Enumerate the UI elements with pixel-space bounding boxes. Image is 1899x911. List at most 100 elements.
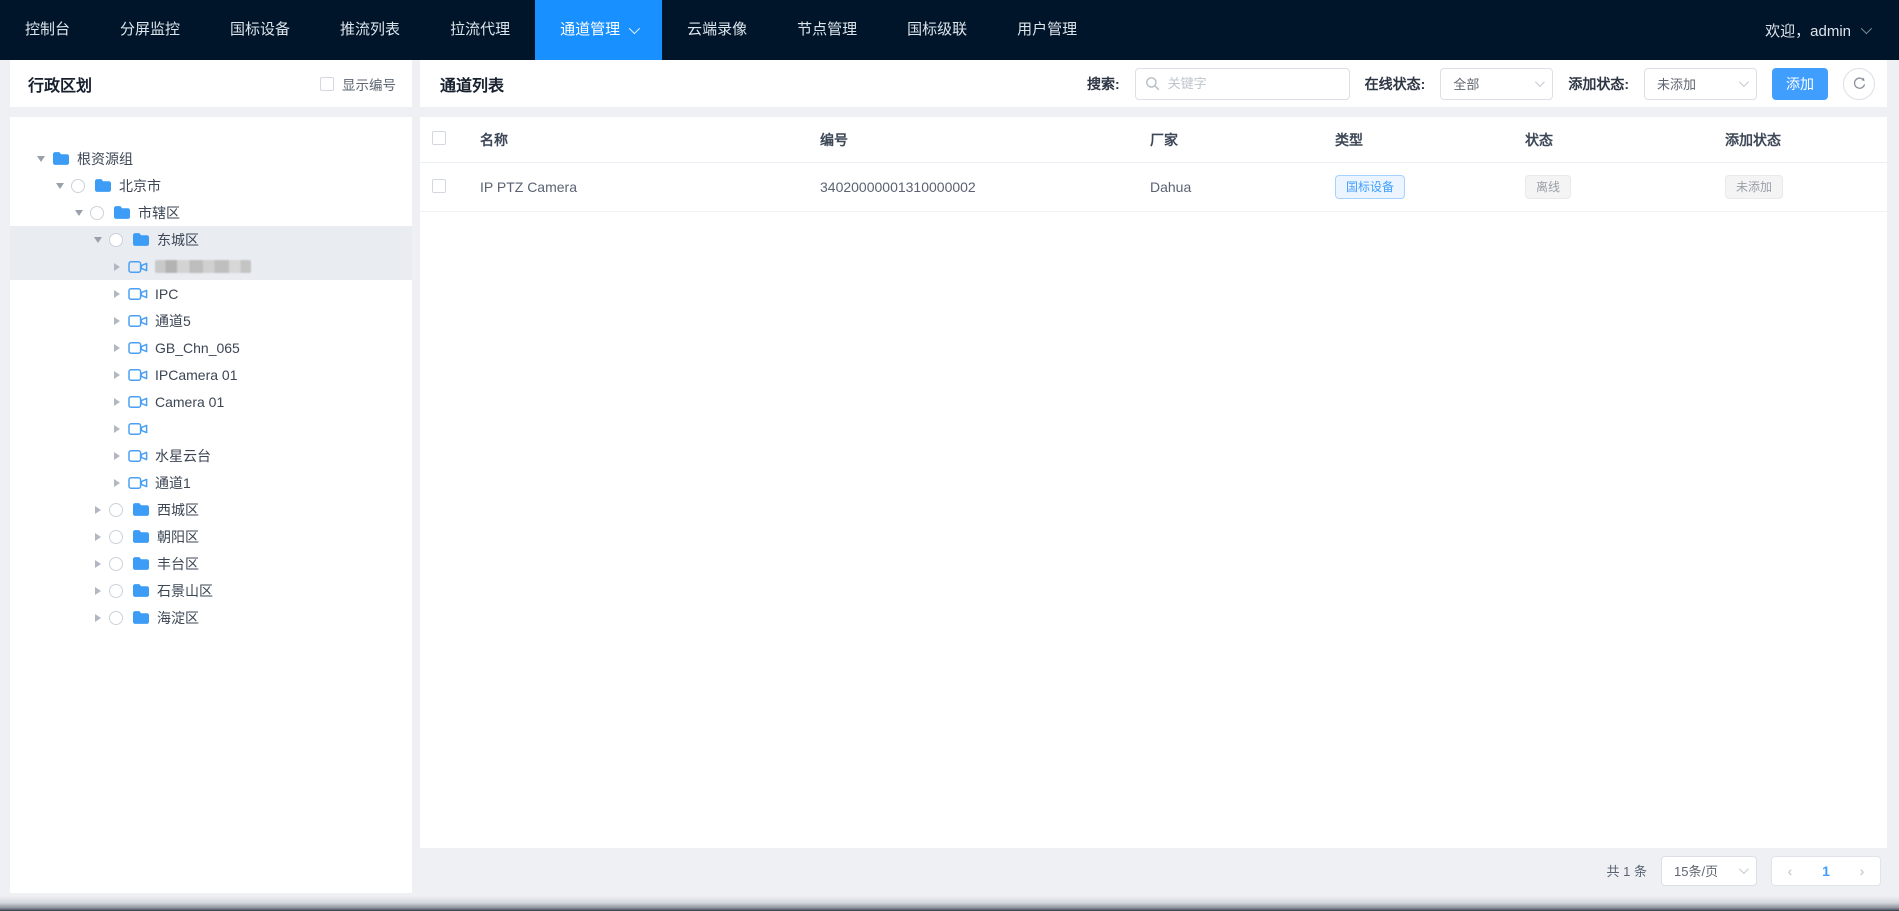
- tree-node[interactable]: IPC: [10, 280, 412, 307]
- nav-item-7[interactable]: 云端录像: [662, 0, 772, 60]
- folder-icon: [132, 502, 150, 517]
- nav-item-10[interactable]: 用户管理: [992, 0, 1102, 60]
- nav-item-2[interactable]: 分屏监控: [95, 0, 205, 60]
- show-number-toggle[interactable]: 显示编号: [320, 74, 396, 94]
- tree-node[interactable]: 水星云台: [10, 442, 412, 469]
- tree-node[interactable]: 东城区: [10, 226, 412, 253]
- nav-item-6[interactable]: 通道管理: [535, 0, 663, 60]
- nav-item-5[interactable]: 拉流代理: [425, 0, 535, 60]
- expand-caret-icon[interactable]: [114, 424, 120, 433]
- tree-node[interactable]: 根资源组: [10, 145, 412, 172]
- expand-caret-icon[interactable]: [114, 316, 120, 325]
- top-nav: 控制台 分屏监控 国标设备 推流列表 拉流代理 通道管理 云端录像 节点管理 国标级联 用户管理 …: [0, 0, 1899, 60]
- add-button[interactable]: 添加: [1772, 67, 1828, 100]
- channel-panel-title: 通道列表: [440, 77, 505, 95]
- search-input[interactable]: [1134, 67, 1350, 100]
- nav-item-9[interactable]: 国标级联: [882, 0, 992, 60]
- tree-node-label: 北京市: [119, 177, 161, 194]
- camera-icon: [128, 287, 148, 301]
- node-radio[interactable]: [109, 610, 123, 625]
- tree-node[interactable]: 北京市: [10, 172, 412, 199]
- expand-caret-icon[interactable]: [114, 262, 120, 271]
- refresh-button[interactable]: [1843, 67, 1875, 100]
- page-size-select[interactable]: 15条/页: [1661, 855, 1757, 886]
- expand-caret-icon[interactable]: [114, 397, 120, 406]
- nav-item-8[interactable]: 节点管理: [772, 0, 882, 60]
- tree-node-label: GB_Chn_065: [155, 339, 240, 356]
- tree-node[interactable]: GB_Chn_065: [10, 334, 412, 361]
- node-radio[interactable]: [90, 205, 104, 220]
- tree-node[interactable]: 丰台区: [10, 550, 412, 577]
- refresh-icon: [1853, 77, 1865, 89]
- select-all-checkbox[interactable]: [432, 131, 446, 145]
- folder-icon: [94, 178, 112, 193]
- prev-page-button[interactable]: ‹: [1772, 864, 1808, 878]
- folder-icon: [132, 232, 150, 247]
- add-status-select[interactable]: 未添加: [1644, 67, 1757, 100]
- chevron-down-icon: [1535, 77, 1546, 88]
- node-radio[interactable]: [109, 529, 123, 544]
- folder-icon: [132, 610, 150, 625]
- expand-caret-icon[interactable]: [95, 532, 101, 541]
- tree-node[interactable]: IPCamera 01: [10, 361, 412, 388]
- tree-node[interactable]: 石景山区: [10, 577, 412, 604]
- add-status-label: 添加状态:: [1568, 75, 1629, 92]
- tree-node[interactable]: [10, 415, 412, 442]
- tree-node[interactable]: 通道1: [10, 469, 412, 496]
- nav-item-label: 控制台: [25, 21, 71, 38]
- expand-caret-icon[interactable]: [95, 586, 101, 595]
- welcome-text: 欢迎，admin: [1765, 22, 1851, 40]
- online-status-select[interactable]: 全部: [1440, 67, 1554, 100]
- expand-caret-icon[interactable]: [95, 559, 101, 568]
- online-status-value: 全部: [1453, 77, 1480, 92]
- type-badge-cell: 国标设备: [1335, 175, 1525, 199]
- nav-item-3[interactable]: 国标设备: [205, 0, 315, 60]
- camera-icon: [128, 341, 148, 355]
- user-menu[interactable]: 欢迎，admin: [1765, 0, 1899, 60]
- column-header: 添加状态: [1725, 131, 1781, 148]
- expand-caret-icon[interactable]: [114, 451, 120, 460]
- expand-caret-icon[interactable]: [114, 343, 120, 352]
- nav-item-4[interactable]: 推流列表: [315, 0, 425, 60]
- node-radio[interactable]: [109, 232, 123, 247]
- tree-node[interactable]: 朝阳区: [10, 523, 412, 550]
- current-page[interactable]: 1: [1808, 863, 1844, 879]
- tree-node[interactable]: Camera 01: [10, 388, 412, 415]
- folder-icon: [113, 205, 131, 220]
- node-radio[interactable]: [109, 502, 123, 517]
- tree-node[interactable]: 海淀区: [10, 604, 412, 631]
- channel-code: 34020000001310000002: [820, 179, 976, 195]
- tree-node-label: 东城区: [157, 231, 199, 248]
- expand-caret-icon[interactable]: [114, 370, 120, 379]
- tree-node[interactable]: 西城区: [10, 496, 412, 523]
- table-body: IP PTZ Camera 34020000001310000002 Dahua 国标…: [420, 163, 1887, 212]
- tree-node-label: 石景山区: [157, 582, 213, 599]
- expand-caret-icon[interactable]: [114, 289, 120, 298]
- next-page-button[interactable]: ›: [1844, 864, 1880, 878]
- node-radio[interactable]: [109, 556, 123, 571]
- node-radio[interactable]: [109, 583, 123, 598]
- tree-node[interactable]: [10, 253, 412, 280]
- expand-caret-icon[interactable]: [95, 613, 101, 622]
- channel-table: 名称 编号 厂家 类型 状态 添加状态 IP PTZ Camera 340200000013…: [420, 117, 1887, 848]
- nav-item-1[interactable]: 控制台: [0, 0, 95, 60]
- search-label: 搜索:: [1086, 75, 1120, 92]
- collapse-caret-icon[interactable]: [75, 209, 83, 216]
- tree-node-label: 朝阳区: [157, 528, 199, 545]
- column-header: 类型: [1335, 131, 1363, 148]
- show-number-checkbox[interactable]: [320, 76, 334, 91]
- row-checkbox[interactable]: [432, 178, 446, 193]
- nav-item-label: 国标设备: [230, 21, 291, 38]
- column-header: 状态: [1525, 131, 1553, 148]
- tree-node[interactable]: 通道5: [10, 307, 412, 334]
- bottom-edge: [0, 896, 1899, 911]
- expand-caret-icon[interactable]: [95, 505, 101, 514]
- collapse-caret-icon[interactable]: [37, 155, 45, 162]
- node-radio[interactable]: [71, 178, 85, 193]
- table-row[interactable]: IP PTZ Camera 34020000001310000002 Dahua 国标…: [420, 163, 1887, 212]
- collapse-caret-icon[interactable]: [94, 236, 102, 243]
- collapse-caret-icon[interactable]: [56, 182, 64, 189]
- tree-node[interactable]: 市辖区: [10, 199, 412, 226]
- expand-caret-icon[interactable]: [114, 478, 120, 487]
- nav-item-label: 用户管理: [1017, 21, 1078, 38]
